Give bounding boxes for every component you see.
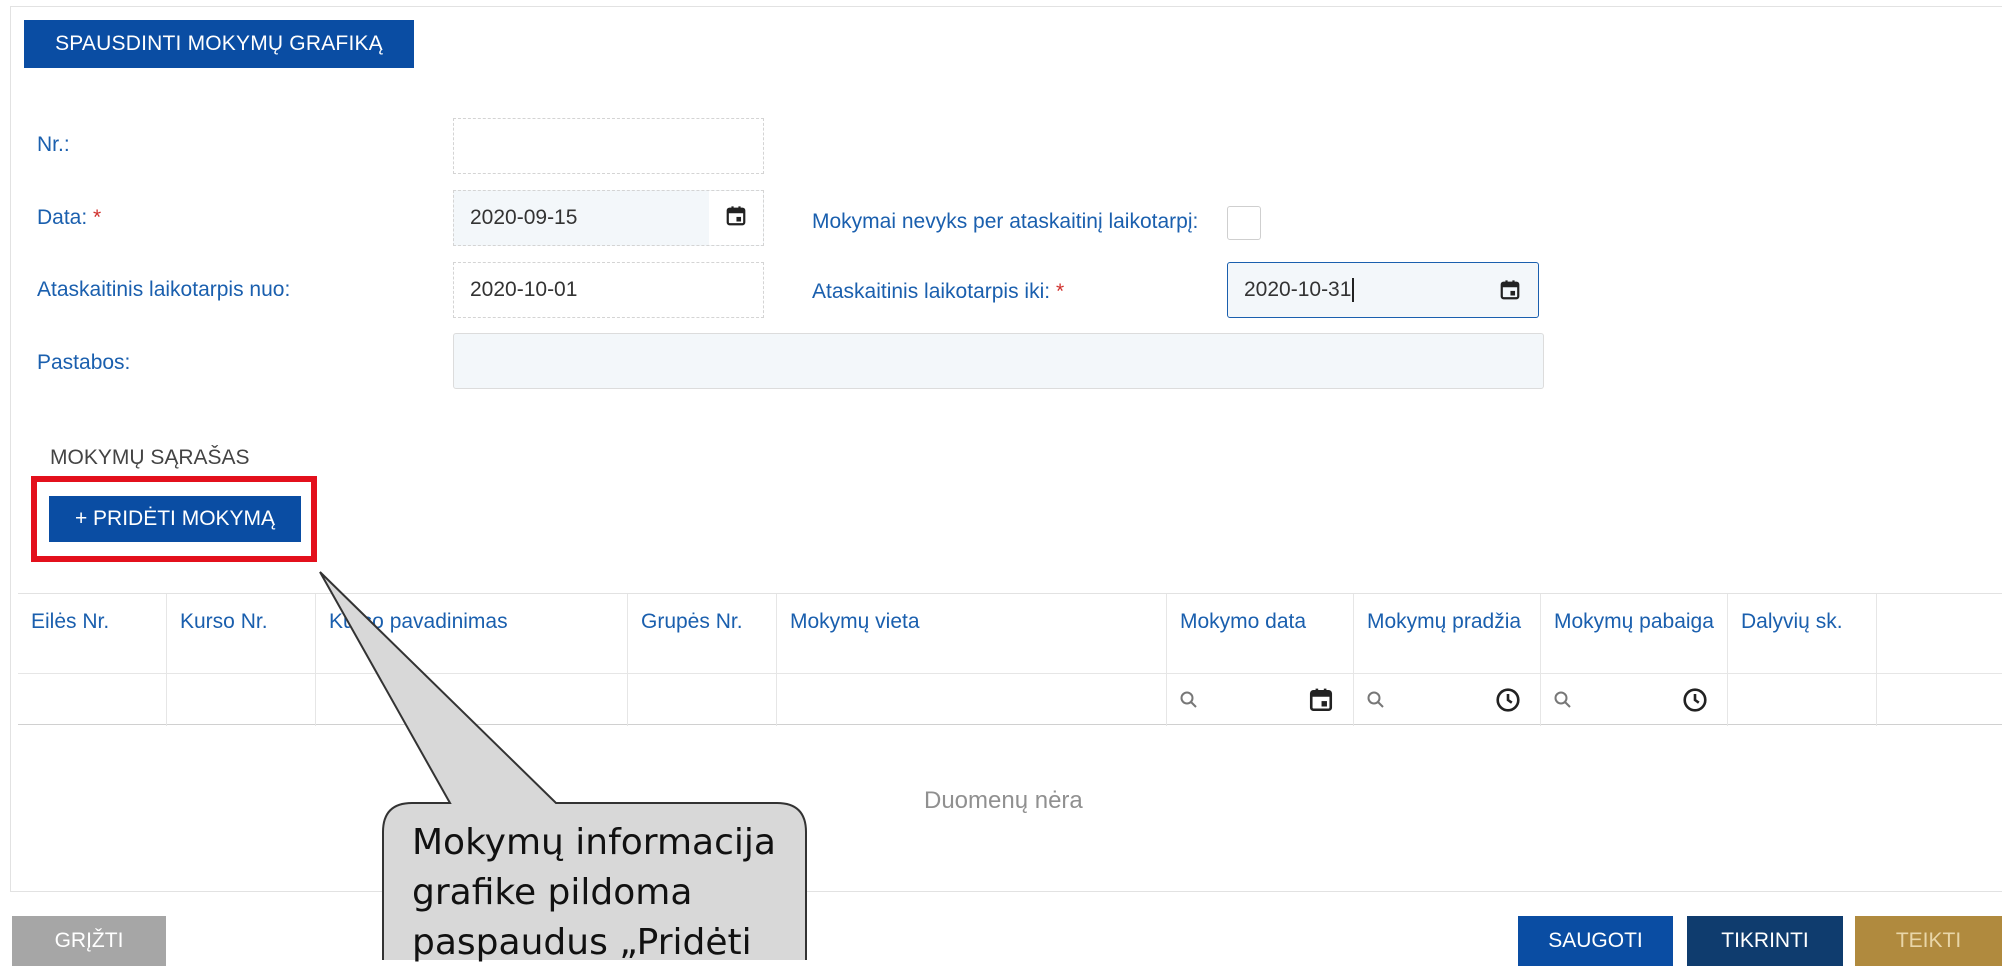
filter-cell: [316, 674, 628, 726]
save-button[interactable]: SAUGOTI: [1518, 916, 1673, 966]
clock-icon[interactable]: [1682, 687, 1708, 713]
text-cursor: [1352, 278, 1355, 303]
column-header[interactable]: Eilės Nr.: [18, 594, 167, 673]
period-to-label: Ataskaitinis laikotarpis iki: *: [812, 280, 1064, 304]
filter-row: [18, 673, 2002, 726]
filter-cell: [1728, 674, 1877, 726]
add-training-button[interactable]: + PRIDĖTI MOKYMĄ: [49, 496, 301, 542]
filter-cell: [1877, 674, 2002, 726]
calendar-icon[interactable]: [1499, 279, 1521, 301]
search-icon: [1554, 691, 1571, 708]
filter-cell: [18, 674, 167, 726]
column-header-actions: [1877, 594, 2002, 673]
column-header[interactable]: Mokymų pabaiga: [1541, 594, 1728, 673]
back-button[interactable]: GRĮŽTI: [12, 916, 166, 966]
period-to-label-text: Ataskaitinis laikotarpis iki:: [812, 280, 1051, 303]
column-header[interactable]: Kurso pavadinimas: [316, 594, 628, 673]
filter-cell: [628, 674, 777, 726]
form-panel: [10, 6, 2002, 892]
filter-cell: [167, 674, 316, 726]
clock-icon[interactable]: [1495, 687, 1521, 713]
callout-text: Mokymų informacija grafike pildoma paspa…: [412, 822, 776, 963]
no-training-label: Mokymai nevyks per ataskaitinį laikotarp…: [812, 210, 1199, 233]
print-schedule-button[interactable]: SPAUSDINTI MOKYMŲ GRAFIKĄ: [24, 20, 414, 68]
no-training-checkbox[interactable]: [1227, 206, 1261, 240]
date-label-text: Data:: [37, 206, 88, 229]
required-mark: *: [1055, 280, 1065, 303]
check-button[interactable]: TIKRINTI: [1687, 916, 1843, 966]
period-from-label: Ataskaitinis laikotarpis nuo:: [37, 278, 291, 301]
period-from-value: 2020-10-01: [470, 278, 578, 301]
column-header[interactable]: Mokymų vieta: [777, 594, 1167, 673]
training-table: Eilės Nr. Kurso Nr. Kurso pavadinimas Gr…: [18, 593, 2002, 726]
column-header[interactable]: Grupės Nr.: [628, 594, 777, 673]
column-header[interactable]: Dalyvių sk.: [1728, 594, 1877, 673]
end-time-filter[interactable]: [1541, 674, 1728, 726]
training-list-title: MOKYMŲ SĄRAŠAS: [50, 446, 250, 469]
period-to-input[interactable]: 2020-10-31: [1227, 262, 1539, 318]
calendar-icon[interactable]: [725, 205, 747, 227]
start-time-filter[interactable]: [1354, 674, 1541, 726]
required-mark: *: [93, 206, 102, 229]
period-to-value: 2020-10-31: [1244, 278, 1352, 301]
period-from-input[interactable]: 2020-10-01: [453, 262, 764, 318]
notes-input[interactable]: [453, 333, 1544, 389]
date-label: Data: *: [37, 206, 101, 230]
notes-label: Pastabos:: [37, 351, 131, 374]
column-header[interactable]: Mokymo data: [1167, 594, 1354, 673]
column-header[interactable]: Mokymų pradžia: [1354, 594, 1541, 673]
submit-button[interactable]: TEIKTI: [1855, 916, 2002, 966]
column-header[interactable]: Kurso Nr.: [167, 594, 316, 673]
filter-cell: [777, 674, 1167, 726]
date-value: 2020-09-15: [470, 206, 578, 229]
nr-input[interactable]: [453, 118, 764, 174]
search-icon: [1367, 691, 1384, 708]
date-filter[interactable]: [1167, 674, 1354, 726]
search-icon: [1180, 691, 1197, 708]
nr-label: Nr.:: [37, 133, 70, 156]
empty-table-message: Duomenų nėra: [924, 787, 1083, 814]
calendar-icon[interactable]: [1308, 687, 1334, 713]
